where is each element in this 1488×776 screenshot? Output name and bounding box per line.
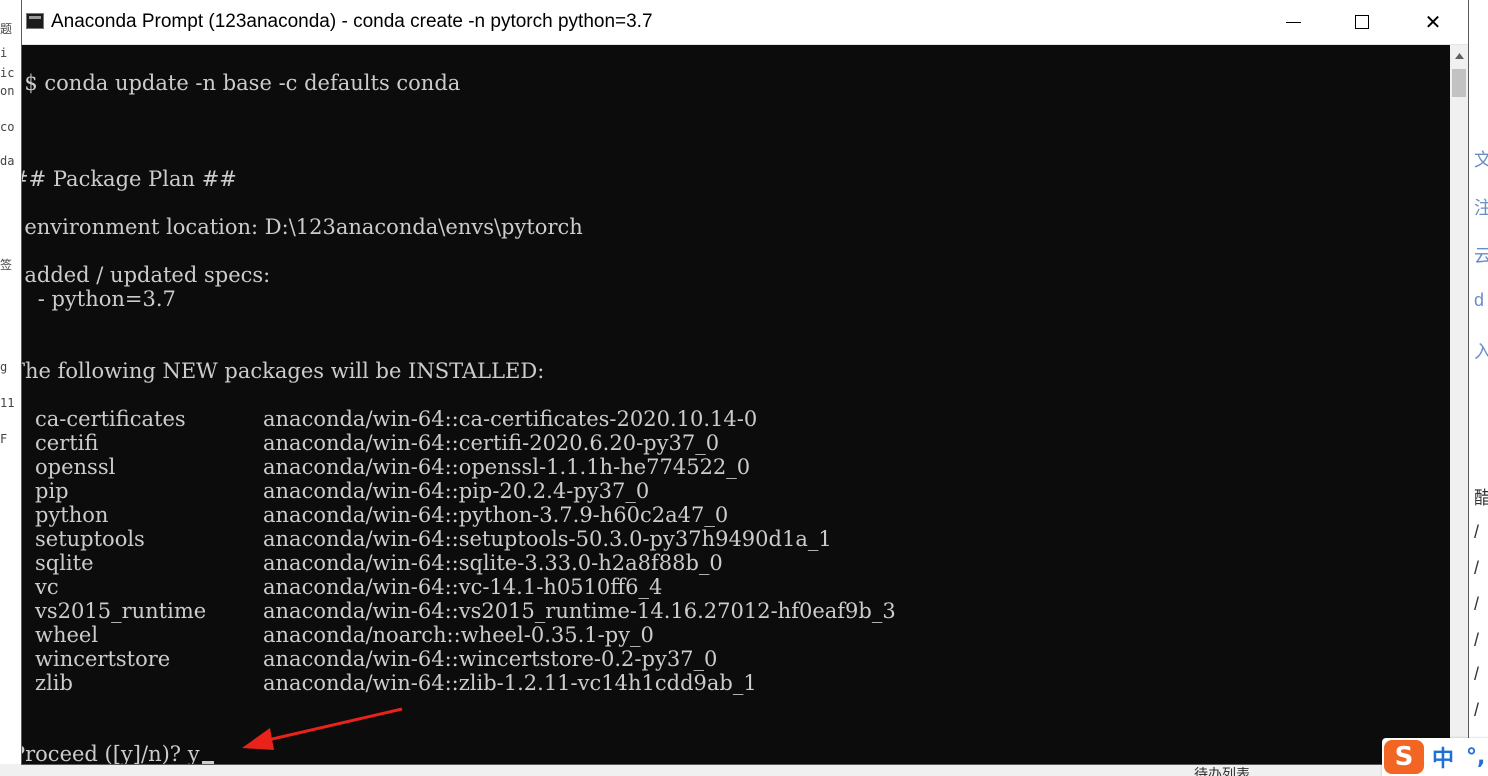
proceed-prompt: Proceed ([y]/n)? <box>22 742 188 764</box>
bg-todo-list-label: 待办列表 <box>1194 766 1250 776</box>
scroll-up-button[interactable] <box>1450 45 1468 67</box>
package-source: anaconda/win-64::certifi-2020.6.20-py37_… <box>263 431 720 455</box>
bg-text-fragment: ic <box>0 66 15 80</box>
package-name: python <box>35 503 109 527</box>
close-button[interactable]: ✕ <box>1398 0 1468 44</box>
package-source: anaconda/win-64::python-3.7.9-h60c2a47_0 <box>263 503 729 527</box>
bg-text-fragment: / <box>1474 630 1480 650</box>
bg-text-fragment: 题 <box>0 22 13 36</box>
bg-text-fragment: 注 <box>1474 198 1488 218</box>
ime-indicator[interactable]: S 中 °, <box>1382 738 1488 776</box>
package-source: anaconda/win-64::ca-certificates-2020.10… <box>263 407 758 431</box>
package-source: anaconda/win-64::wincertstore-0.2-py37_0 <box>263 647 718 671</box>
bg-text-fragment: 入 <box>1474 342 1488 362</box>
package-source: anaconda/noarch::wheel-0.35.1-py_0 <box>263 623 654 647</box>
package-name: wincertstore <box>35 647 171 671</box>
package-name: certifi <box>35 431 99 455</box>
package-name: pip <box>35 479 69 503</box>
minimize-icon <box>1285 21 1301 23</box>
background-taskbar-strip <box>0 764 1488 776</box>
bg-text-fragment: 醋 <box>1474 488 1488 508</box>
bg-text-fragment: co <box>0 120 15 134</box>
bg-text-fragment: on <box>0 84 15 98</box>
package-source: anaconda/win-64::vc-14.1-h0510ff6_4 <box>263 575 663 599</box>
console-output[interactable]: $ conda update -n base -c defaults conda… <box>22 45 1450 764</box>
package-source: anaconda/win-64::zlib-1.2.11-vc14h1cdd9a… <box>263 671 757 695</box>
bg-text-fragment: 云 <box>1474 246 1488 266</box>
maximize-icon <box>1355 15 1369 29</box>
window-title: Anaconda Prompt (123anaconda) - conda cr… <box>51 11 653 32</box>
close-icon: ✕ <box>1424 10 1442 34</box>
ime-language-toggle[interactable]: 中 <box>1432 741 1454 773</box>
bg-text-fragment: / <box>1474 522 1480 542</box>
prompt-input[interactable]: y <box>188 742 200 764</box>
chevron-up-icon <box>1454 53 1464 59</box>
desktop: 题 i ic on co da 签 g 11 F 文 注 云 d 入 醋 / /… <box>0 0 1488 776</box>
package-name: ca-certificates <box>35 407 186 431</box>
bg-text-fragment: F <box>0 432 8 446</box>
package-source: anaconda/win-64::pip-20.2.4-py37_0 <box>263 479 650 503</box>
bg-text-fragment: g <box>0 360 8 374</box>
bg-text-fragment: da <box>0 154 15 168</box>
bg-text-fragment: 签 <box>0 258 13 272</box>
package-name: zlib <box>35 671 73 695</box>
package-name: vc <box>35 575 59 599</box>
vertical-scrollbar[interactable] <box>1450 45 1468 764</box>
bg-text-fragment: i <box>0 46 8 60</box>
anaconda-prompt-window[interactable]: Anaconda Prompt (123anaconda) - conda cr… <box>22 0 1468 764</box>
bg-text-fragment: / <box>1474 664 1480 684</box>
bg-text-fragment: d <box>1474 290 1485 310</box>
bg-text-fragment: 文 <box>1474 150 1488 170</box>
console-line-env-location: environment location: D:\123anaconda\env… <box>22 215 583 239</box>
bg-text-fragment: / <box>1474 700 1480 720</box>
package-name: sqlite <box>35 551 94 575</box>
bg-text-fragment: 11 <box>0 396 15 410</box>
scrollbar-thumb[interactable] <box>1452 69 1466 97</box>
console-app-icon[interactable] <box>26 13 44 29</box>
background-window-right: 文 注 云 d 入 醋 / / / / / / <box>1468 0 1488 776</box>
sogou-ime-logo[interactable]: S <box>1384 740 1424 774</box>
background-window-left: 题 i ic on co da 签 g 11 F <box>0 0 22 776</box>
proceed-prompt-line[interactable]: Proceed ([y]/n)? y <box>22 742 214 764</box>
console-line-update-cmd: $ conda update -n base -c defaults conda <box>22 71 461 95</box>
console-line-specs-header: added / updated specs: <box>22 263 271 287</box>
maximize-button[interactable] <box>1327 0 1397 44</box>
minimize-button[interactable] <box>1258 0 1328 44</box>
package-source: anaconda/win-64::vs2015_runtime-14.16.27… <box>263 599 896 623</box>
console-line-plan-header: ## Package Plan ## <box>22 167 237 191</box>
package-name: setuptools <box>35 527 145 551</box>
bg-text-fragment: / <box>1474 558 1480 578</box>
text-cursor <box>201 761 214 764</box>
package-name: wheel <box>35 623 99 647</box>
console-line-install-header: The following NEW packages will be INSTA… <box>22 359 545 383</box>
package-source: anaconda/win-64::sqlite-3.33.0-h2a8f88b_… <box>263 551 723 575</box>
package-source: anaconda/win-64::setuptools-50.3.0-py37h… <box>263 527 832 551</box>
ime-punctuation-toggle[interactable]: °, <box>1466 745 1485 770</box>
package-name: vs2015_runtime <box>35 599 207 623</box>
package-source: anaconda/win-64::openssl-1.1.1h-he774522… <box>263 455 751 479</box>
package-name: openssl <box>35 455 116 479</box>
console-line-spec-item: - python=3.7 <box>22 287 176 311</box>
window-titlebar[interactable]: Anaconda Prompt (123anaconda) - conda cr… <box>22 0 1468 45</box>
bg-text-fragment: / <box>1474 594 1480 614</box>
